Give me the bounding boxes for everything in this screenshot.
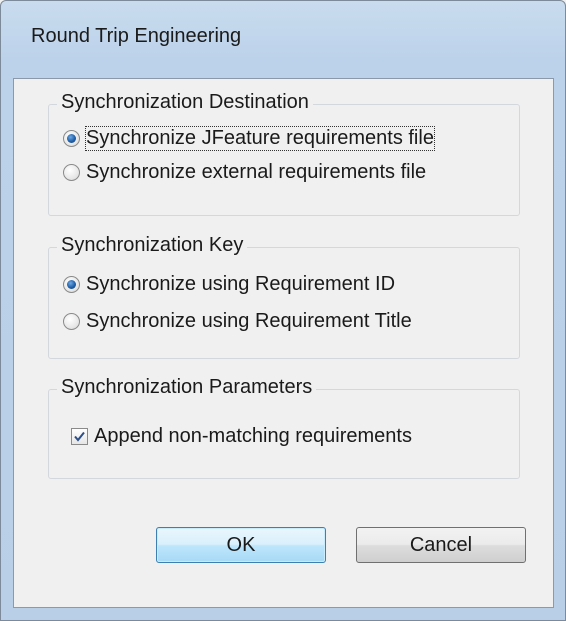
radio-sync-requirement-title[interactable]: Synchronize using Requirement Title <box>63 307 412 335</box>
ok-button[interactable]: OK <box>156 527 326 563</box>
radio-sync-jfeature-file-label[interactable]: Synchronize JFeature requirements file <box>85 125 435 151</box>
radio-unchecked-icon[interactable] <box>63 312 80 330</box>
key-group-legend: Synchronization Key <box>57 234 248 257</box>
checkbox-append-non-matching-label[interactable]: Append non-matching requirements <box>94 425 412 448</box>
radio-sync-requirement-title-label[interactable]: Synchronize using Requirement Title <box>86 310 412 333</box>
title-bar[interactable]: Round Trip Engineering <box>1 1 565 81</box>
checkmark-icon <box>74 431 85 442</box>
parameters-group-legend: Synchronization Parameters <box>57 376 317 399</box>
dialog-window: Round Trip Engineering Synchronization D… <box>0 0 566 621</box>
window-title: Round Trip Engineering <box>31 25 242 47</box>
radio-sync-jfeature-file[interactable]: Synchronize JFeature requirements file <box>63 124 435 152</box>
checkbox-checked-icon[interactable] <box>71 427 88 445</box>
dialog-body: Synchronization Destination Synchronize … <box>13 78 554 608</box>
radio-checked-icon[interactable] <box>63 275 80 293</box>
parameters-group: Synchronization Parameters Append non-ma… <box>48 376 520 479</box>
key-group: Synchronization Key Synchronize using Re… <box>48 234 520 359</box>
radio-unchecked-icon[interactable] <box>63 163 80 181</box>
checkbox-append-non-matching[interactable]: Append non-matching requirements <box>71 422 412 450</box>
radio-sync-external-file[interactable]: Synchronize external requirements file <box>63 158 426 186</box>
destination-group: Synchronization Destination Synchronize … <box>48 91 520 216</box>
radio-sync-requirement-id-label[interactable]: Synchronize using Requirement ID <box>86 273 395 296</box>
radio-checked-icon[interactable] <box>63 129 80 147</box>
radio-sync-external-file-label[interactable]: Synchronize external requirements file <box>86 161 426 184</box>
destination-group-legend: Synchronization Destination <box>57 91 313 114</box>
cancel-button[interactable]: Cancel <box>356 527 526 563</box>
radio-sync-requirement-id[interactable]: Synchronize using Requirement ID <box>63 270 395 298</box>
